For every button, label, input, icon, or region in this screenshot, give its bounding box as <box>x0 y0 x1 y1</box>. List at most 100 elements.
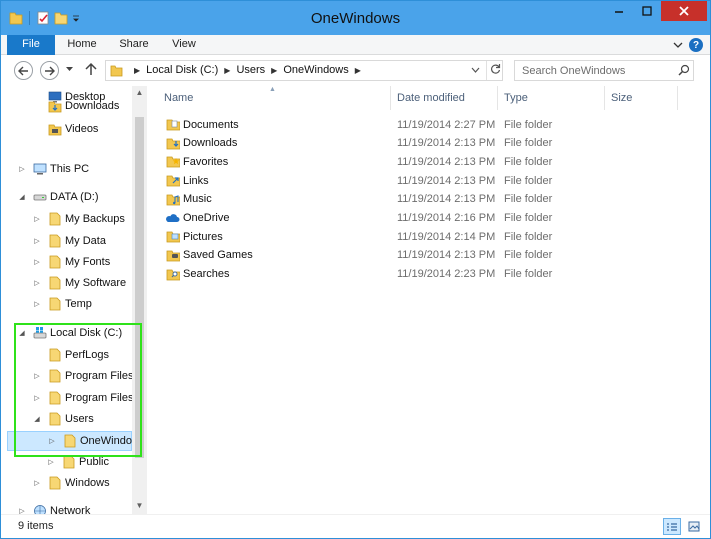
nav-item-label: OneWindo <box>80 435 132 447</box>
file-row-music[interactable]: Music 11/19/2014 2:13 PM File folder <box>161 190 696 209</box>
scroll-up-icon[interactable]: ▲ <box>132 86 147 100</box>
nav-item-network[interactable]: ▷ Network <box>1 501 132 514</box>
collapsed-arrow-icon[interactable]: ▷ <box>46 457 56 467</box>
file-row-links[interactable]: Links 11/19/2014 2:13 PM File folder <box>161 171 696 190</box>
nav-item-label: Downloads <box>65 100 120 112</box>
file-row-pictures[interactable]: Pictures 11/19/2014 2:14 PM File folder <box>161 227 696 246</box>
window-title: OneWindows <box>310 10 401 27</box>
breadcrumb-users[interactable]: Users <box>236 64 265 76</box>
nav-item-my-fonts[interactable]: ▷ My Fonts <box>1 252 132 272</box>
file-date-modified: 11/19/2014 2:13 PM <box>397 137 496 150</box>
breadcrumb-separator-icon[interactable]: ▶ <box>355 66 361 75</box>
nav-item-perflogs[interactable]: PerfLogs <box>1 345 132 365</box>
nav-item-public[interactable]: ▷ Public <box>1 452 132 472</box>
collapsed-arrow-icon[interactable]: ▷ <box>32 278 42 288</box>
expanded-arrow-icon[interactable]: ◢ <box>32 414 42 424</box>
breadcrumb-separator-icon[interactable]: ▶ <box>271 66 277 75</box>
large-icons-view-button[interactable] <box>685 518 703 535</box>
nav-item-program-files[interactable]: ▷ Program Files <box>1 388 133 408</box>
nav-item-data-d[interactable]: ◢ DATA (D:) <box>1 187 132 207</box>
column-divider[interactable] <box>604 86 605 110</box>
help-button[interactable]: ? <box>689 38 703 52</box>
address-bar[interactable]: ▶ Local Disk (C:) ▶ Users ▶ OneWindows ▶ <box>105 60 503 81</box>
details-view-button[interactable] <box>663 518 681 535</box>
breadcrumb-onewindows[interactable]: OneWindows <box>283 64 348 76</box>
expanded-arrow-icon[interactable]: ◢ <box>17 328 27 338</box>
file-row-onedrive[interactable]: OneDrive 11/19/2014 2:16 PM File folder <box>161 209 696 228</box>
nav-item-onewindo[interactable]: ▷ OneWindo <box>7 431 132 451</box>
recent-locations-button[interactable] <box>65 65 75 75</box>
collapsed-arrow-icon[interactable]: ▷ <box>32 371 42 381</box>
nav-item-downloads[interactable]: Downloads <box>1 96 132 116</box>
column-divider[interactable] <box>390 86 391 110</box>
address-history-dropdown[interactable] <box>469 64 481 78</box>
breadcrumb-separator-icon[interactable]: ▶ <box>224 66 230 75</box>
up-button[interactable] <box>85 62 99 78</box>
maximize-icon <box>642 6 652 16</box>
collapsed-arrow-icon[interactable]: ▷ <box>32 478 42 488</box>
close-button[interactable] <box>661 1 707 21</box>
file-row-searches[interactable]: Searches 11/19/2014 2:23 PM File folder <box>161 265 696 284</box>
scroll-down-icon[interactable]: ▼ <box>132 499 147 513</box>
tab-share[interactable]: Share <box>113 35 155 55</box>
file-row-saved-games[interactable]: Saved Games 11/19/2014 2:13 PM File folder <box>161 246 696 265</box>
column-header-date-modified[interactable]: Date modified <box>397 86 465 110</box>
nav-item-label: My Software <box>65 277 127 289</box>
search-box[interactable] <box>514 60 694 81</box>
nav-item-label: Videos <box>65 123 99 135</box>
collapsed-arrow-icon[interactable]: ▷ <box>17 506 27 514</box>
arrow-up-icon <box>85 62 97 75</box>
file-row-documents[interactable]: Documents 11/19/2014 2:27 PM File folder <box>161 115 696 134</box>
forward-button[interactable] <box>40 61 59 80</box>
nav-item-temp[interactable]: ▷ Temp <box>1 294 132 314</box>
maximize-button[interactable] <box>633 1 661 21</box>
collapsed-arrow-icon[interactable]: ▷ <box>32 236 42 246</box>
nav-item-this-pc[interactable]: ▷ This PC <box>1 159 132 179</box>
navigation-pane-scrollbar[interactable]: ▲ ▼ <box>132 86 147 514</box>
collapsed-arrow-icon[interactable]: ▷ <box>32 393 42 403</box>
expanded-arrow-icon[interactable]: ◢ <box>17 192 27 202</box>
scrollbar-thumb[interactable] <box>135 117 144 458</box>
column-header-size[interactable]: Size <box>611 86 632 110</box>
nav-item-my-backups[interactable]: ▷ My Backups <box>1 209 132 229</box>
nav-item-windows[interactable]: ▷ Windows <box>1 473 132 493</box>
breadcrumb-local-disk[interactable]: Local Disk (C:) <box>146 64 218 76</box>
column-divider[interactable] <box>497 86 498 110</box>
nav-item-videos[interactable]: Videos <box>1 119 132 139</box>
search-icon[interactable] <box>678 64 690 76</box>
nav-item-local-disk-c[interactable]: ◢ Local Disk (C:) <box>1 323 132 343</box>
file-date-modified: 11/19/2014 2:27 PM <box>397 118 496 131</box>
expand-ribbon-button[interactable] <box>671 38 685 52</box>
nav-item-my-software[interactable]: ▷ My Software <box>1 273 132 293</box>
item-count: 9 items <box>18 520 54 532</box>
minimize-button[interactable] <box>605 1 633 21</box>
pictures-folder-icon <box>166 229 181 243</box>
folder-icon <box>48 276 62 290</box>
search-input[interactable] <box>515 61 675 80</box>
nav-item-my-data[interactable]: ▷ My Data <box>1 231 132 251</box>
tab-home[interactable]: Home <box>60 35 104 55</box>
collapsed-arrow-icon[interactable]: ▷ <box>32 214 42 224</box>
network-icon <box>33 504 47 514</box>
column-divider[interactable] <box>677 86 678 110</box>
collapsed-arrow-icon[interactable]: ▷ <box>32 257 42 267</box>
nav-item-program-files[interactable]: ▷ Program Files <box>1 366 133 386</box>
breadcrumb-separator-icon[interactable]: ▶ <box>134 66 140 75</box>
folder-icon <box>48 255 62 269</box>
file-list-pane: Name ▲ Date modified Type Size Documents… <box>147 86 710 514</box>
file-name: Saved Games <box>183 249 253 262</box>
tab-file[interactable]: File <box>7 35 55 55</box>
tab-view[interactable]: View <box>164 35 204 55</box>
column-header-name[interactable]: Name <box>164 86 193 110</box>
refresh-button[interactable] <box>486 61 503 80</box>
nav-item-users[interactable]: ◢ Users <box>1 409 132 429</box>
collapsed-arrow-icon[interactable]: ▷ <box>17 164 27 174</box>
file-row-favorites[interactable]: Favorites 11/19/2014 2:13 PM File folder <box>161 152 696 171</box>
column-header-type[interactable]: Type <box>504 86 528 110</box>
file-row-downloads[interactable]: Downloads 11/19/2014 2:13 PM File folder <box>161 134 696 153</box>
title-bar[interactable]: OneWindows <box>1 1 710 35</box>
file-type: File folder <box>504 268 553 281</box>
collapsed-arrow-icon[interactable]: ▷ <box>47 436 57 446</box>
collapsed-arrow-icon[interactable]: ▷ <box>32 299 42 309</box>
back-button[interactable] <box>14 61 33 80</box>
